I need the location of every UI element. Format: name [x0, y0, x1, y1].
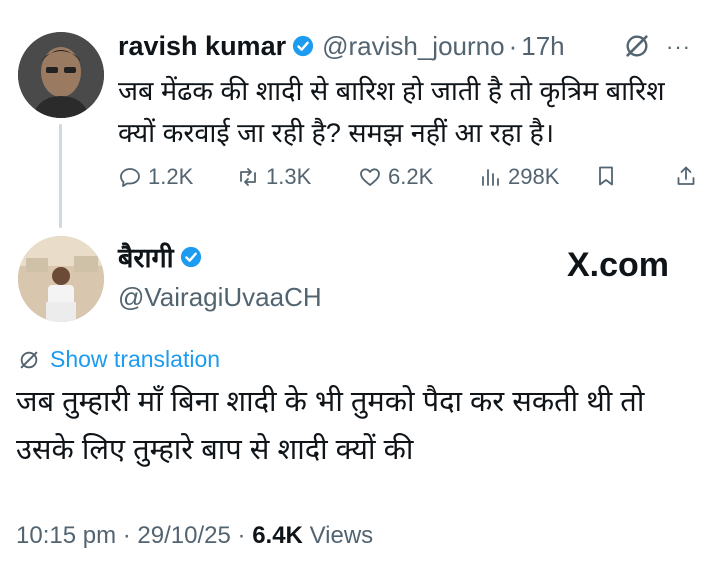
thread-connector-line [59, 124, 62, 228]
parent-tweet-text: जब मेंढक की शादी से बारिश हो जाती है तो … [118, 76, 665, 148]
views-button[interactable]: 298K [478, 164, 559, 190]
parent-header: ravish kumar @ravish_journo · 17h [118, 30, 565, 62]
reply-button[interactable]: 1.2K [118, 164, 193, 190]
more-icon[interactable]: ··· [666, 34, 691, 60]
like-count: 6.2K [388, 164, 434, 189]
share-icon [677, 166, 695, 185]
reply-meta: 10:15 pm · 29/10/25 · 6.4K Views [16, 522, 373, 550]
reply-tweet-text: जब तुम्हारी माँ बिना शादी के भी तुमको पै… [16, 386, 645, 466]
meta-separator: · [237, 522, 246, 549]
xcom-watermark: X.com [567, 246, 670, 284]
reply-date[interactable]: 29/10/25 [137, 522, 230, 549]
verified-badge-icon [293, 35, 314, 57]
like-button[interactable]: 6.2K [358, 164, 433, 190]
share-button[interactable] [674, 164, 698, 188]
reply-header: बैरागी [118, 238, 210, 275]
reply-views-label: Views [309, 522, 374, 549]
parent-handle[interactable]: @ravish_journo [322, 31, 504, 62]
show-translation-link[interactable]: Show translation [18, 346, 220, 373]
views-count: 298K [508, 164, 560, 189]
views-icon [482, 169, 499, 186]
translate-globe-icon [20, 351, 38, 368]
like-icon [360, 168, 380, 186]
grok-icon[interactable] [623, 32, 651, 60]
parent-action-bar: 1.2K 1.3K 6.2K 298K [118, 164, 698, 194]
reply-time[interactable]: 10:15 pm [16, 522, 116, 549]
header-separator: · [508, 30, 518, 61]
repost-button[interactable]: 1.3K [236, 164, 311, 190]
verified-badge-icon [180, 246, 201, 267]
repost-icon [240, 168, 256, 186]
reply-views-count: 6.4K [252, 522, 303, 549]
bookmark-icon [599, 166, 613, 186]
reply-handle[interactable]: @VairagiUvaaCH [118, 282, 322, 313]
reply-avatar[interactable] [18, 236, 104, 322]
parent-timestamp[interactable]: 17h [521, 31, 564, 62]
reply-display-name[interactable]: बैरागी [118, 238, 174, 275]
reply-icon [120, 168, 140, 187]
bookmark-button[interactable] [594, 164, 618, 188]
parent-display-name[interactable]: ravish kumar [118, 31, 286, 62]
reply-count: 1.2K [148, 164, 194, 189]
repost-count: 1.3K [266, 164, 312, 189]
show-translation-label[interactable]: Show translation [50, 346, 220, 373]
parent-avatar[interactable] [18, 32, 104, 118]
meta-separator: · [122, 522, 131, 549]
